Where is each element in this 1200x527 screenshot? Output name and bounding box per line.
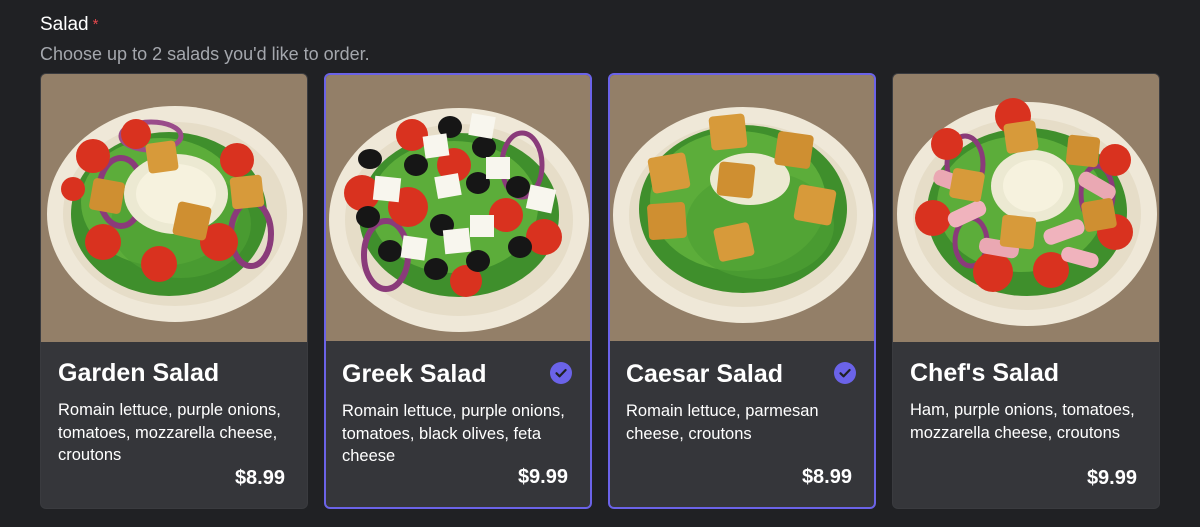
salad-name: Garden Salad bbox=[58, 359, 220, 387]
selected-check-icon bbox=[834, 362, 856, 384]
chefs-salad-photo bbox=[893, 74, 1159, 342]
salad-name: Caesar Salad bbox=[626, 360, 784, 388]
salad-price: $8.99 bbox=[234, 467, 285, 489]
salad-card-greek[interactable]: Greek Salad Romain lettuce, purple onion… bbox=[324, 73, 592, 509]
salad-description: Romain lettuce, parmesan cheese, crouton… bbox=[626, 402, 819, 443]
card-body: Caesar Salad Romain lettuce, parmesan ch… bbox=[610, 343, 874, 445]
field-label: Salad bbox=[40, 14, 89, 35]
salad-card-garden[interactable]: Garden Salad Romain lettuce, purple onio… bbox=[40, 73, 308, 509]
salad-card-chefs[interactable]: Chef's Salad Ham, purple onions, tomatoe… bbox=[892, 73, 1160, 509]
salad-name: Greek Salad bbox=[342, 360, 487, 388]
required-marker: * bbox=[92, 16, 99, 33]
selected-check-icon bbox=[550, 362, 572, 384]
salad-description: Ham, purple onions, tomatoes, mozzarella… bbox=[910, 401, 1135, 442]
greek-salad-photo bbox=[326, 75, 590, 343]
salad-price: $8.99 bbox=[801, 466, 852, 488]
card-body: Chef's Salad Ham, purple onions, tomatoe… bbox=[893, 342, 1159, 444]
salad-name: Chef's Salad bbox=[910, 359, 1060, 387]
salad-card-caesar[interactable]: Caesar Salad Romain lettuce, parmesan ch… bbox=[608, 73, 876, 509]
salad-options: Garden Salad Romain lettuce, purple onio… bbox=[40, 73, 1160, 509]
salad-field: Salad * Choose up to 2 salads you'd like … bbox=[40, 12, 1162, 66]
caesar-salad-photo bbox=[610, 75, 874, 343]
salad-description: Romain lettuce, purple onions, tomatoes,… bbox=[58, 401, 281, 464]
salad-description: Romain lettuce, purple onions, tomatoes,… bbox=[342, 402, 565, 465]
garden-salad-photo bbox=[41, 74, 307, 342]
card-body: Garden Salad Romain lettuce, purple onio… bbox=[41, 342, 307, 467]
field-label-row: Salad * bbox=[40, 12, 1162, 38]
salad-price: $9.99 bbox=[517, 466, 568, 488]
salad-price: $9.99 bbox=[1086, 467, 1137, 489]
field-hint: Choose up to 2 salads you'd like to orde… bbox=[40, 44, 370, 64]
